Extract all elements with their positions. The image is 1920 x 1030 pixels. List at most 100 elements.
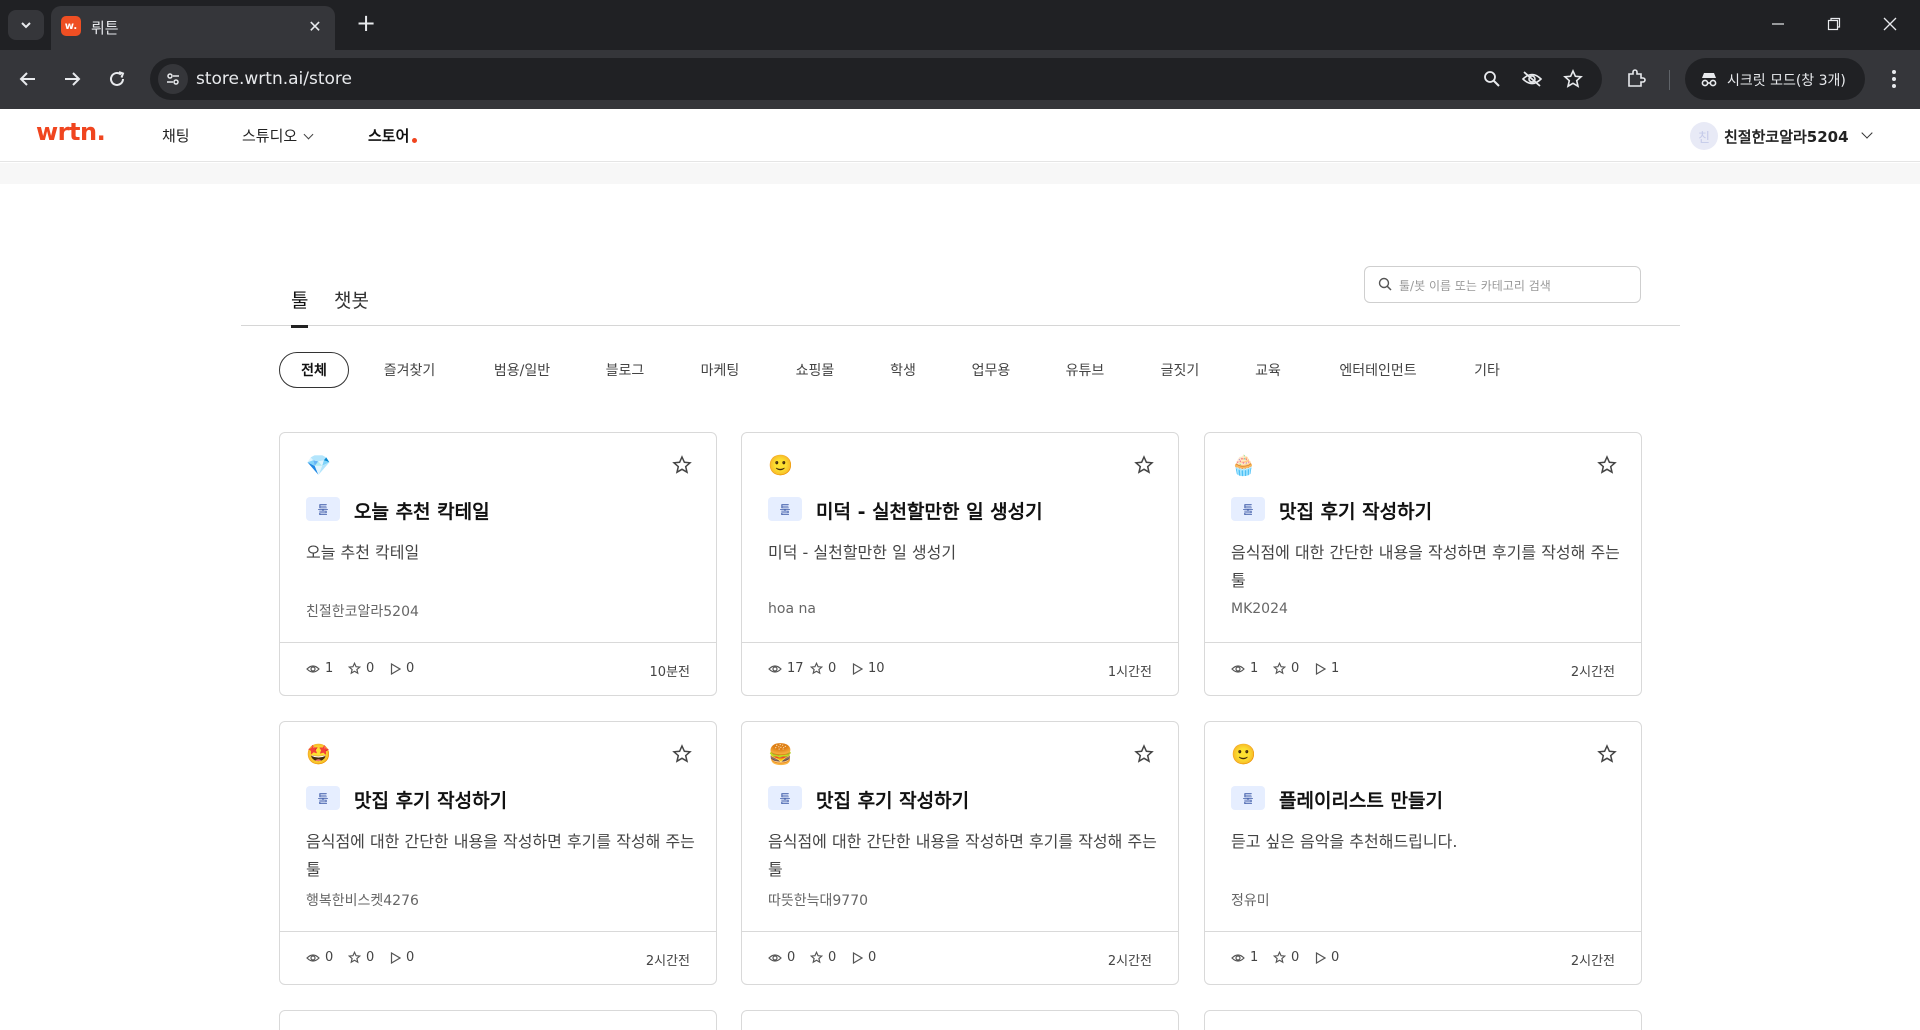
stars-stat: 0 (1273, 950, 1299, 965)
zoom-button[interactable] (1480, 67, 1504, 91)
tool-card[interactable]: 🙂 툴 플레이리스트 만들기 듣고 싶은 음악을 추천해드립니다. 정유미 1 … (1204, 721, 1642, 985)
tracking-protection-button[interactable] (1520, 67, 1544, 91)
tool-emoji-icon: 🙂 (1231, 742, 1256, 766)
tool-emoji-icon: 🙂 (768, 453, 793, 477)
category-chip[interactable]: 쇼핑몰 (785, 352, 845, 388)
browser-tabbar: w. 뤼튼 ✕ + (0, 0, 1920, 50)
favorite-star-icon[interactable] (1597, 455, 1617, 475)
views-count: 1 (325, 661, 334, 676)
tool-card[interactable] (741, 1010, 1179, 1030)
tool-card[interactable] (279, 1010, 717, 1030)
runs-count: 0 (406, 661, 415, 676)
category-chip[interactable]: 블로그 (595, 352, 655, 388)
nav-studio[interactable]: 스튜디오 (242, 125, 314, 146)
user-menu[interactable]: 친 친절한코알라5204 (1690, 121, 1873, 151)
wrtn-logo[interactable]: wrtn. (36, 118, 106, 146)
tab-tools[interactable]: 툴 (291, 286, 309, 328)
address-bar[interactable]: store.wrtn.ai/store (150, 58, 1602, 100)
tool-card[interactable]: 🙂 툴 미덕 - 실천할만한 일 생성기 미덕 - 실천할만한 일 생성기 ho… (741, 432, 1179, 696)
tool-card[interactable] (1204, 1010, 1642, 1030)
favorite-star-icon[interactable] (1134, 744, 1154, 764)
card-timestamp: 2시간전 (1570, 954, 1615, 969)
tool-emoji-icon: 🍔 (768, 742, 793, 766)
tool-card[interactable]: 🧁 툴 맛집 후기 작성하기 음식점에 대한 간단한 내용을 작성하면 후기를 … (1204, 432, 1642, 696)
back-button[interactable] (13, 64, 43, 94)
close-window-button[interactable] (1870, 8, 1910, 40)
category-chip[interactable]: 학생 (878, 352, 928, 388)
bookmark-button[interactable] (1561, 67, 1585, 91)
category-chip[interactable]: 엔터테인먼트 (1328, 352, 1428, 388)
category-chip[interactable]: 전체 (279, 352, 349, 388)
runs-stat: 0 (1315, 950, 1339, 965)
card-title: 플레이리스트 만들기 (1279, 790, 1443, 812)
runs-count: 0 (406, 950, 415, 965)
stars-count: 0 (828, 661, 837, 676)
avatar: 친 (1690, 122, 1718, 150)
tab-search-button[interactable] (8, 10, 44, 40)
eye-icon (768, 664, 782, 673)
minimize-button[interactable] (1758, 8, 1798, 40)
card-timestamp: 10분전 (649, 665, 690, 680)
extensions-button[interactable] (1622, 65, 1650, 93)
card-description: 듣고 싶은 음악을 추천해드립니다. (1231, 832, 1458, 851)
search-input[interactable]: 툴/봇 이름 또는 카테고리 검색 (1364, 266, 1641, 303)
nav-chat[interactable]: 채팅 (162, 125, 190, 146)
category-chip[interactable]: 범용/일반 (482, 352, 562, 388)
card-description: 음식점에 대한 간단한 내용을 작성하면 후기를 작성해 주는 툴 (306, 832, 695, 879)
views-stat: 0 (768, 950, 795, 965)
favorite-star-icon[interactable] (672, 744, 692, 764)
nav-active-dot (412, 138, 417, 143)
favorite-star-icon[interactable] (672, 455, 692, 475)
nav-store[interactable]: 스토어 (368, 125, 409, 146)
category-chip[interactable]: 유튜브 (1055, 352, 1115, 388)
new-tab-button[interactable]: + (352, 10, 380, 38)
close-icon[interactable]: ✕ (305, 16, 325, 36)
favorite-star-icon[interactable] (1134, 455, 1154, 475)
card-footer: 17 0 10 1시간전 (742, 642, 1178, 696)
wrtn-favicon-icon: w. (61, 16, 81, 36)
star-icon (348, 951, 361, 964)
site-info-button[interactable] (158, 64, 188, 94)
card-footer: 1 0 0 10분전 (280, 642, 716, 696)
tool-card[interactable]: 🍔 툴 맛집 후기 작성하기 음식점에 대한 간단한 내용을 작성하면 후기를 … (741, 721, 1179, 985)
category-chip[interactable]: 즐겨찾기 (372, 352, 447, 388)
card-title: 맛집 후기 작성하기 (816, 790, 970, 812)
incognito-icon (1701, 73, 1717, 87)
close-icon (1883, 17, 1897, 31)
url-text[interactable]: store.wrtn.ai/store (196, 69, 352, 89)
eye-icon (306, 953, 320, 962)
views-count: 17 (787, 661, 804, 676)
favorite-star-icon[interactable] (1597, 744, 1617, 764)
tool-card[interactable]: 💎 툴 오늘 추천 칵테일 오늘 추천 칵테일 친절한코알라5204 1 0 0… (279, 432, 717, 696)
search-placeholder: 툴/봇 이름 또는 카테고리 검색 (1399, 279, 1551, 293)
views-stat: 0 (306, 950, 333, 965)
restore-button[interactable] (1814, 8, 1854, 40)
stars-stat: 0 (810, 661, 836, 676)
tool-card[interactable]: 🤩 툴 맛집 후기 작성하기 음식점에 대한 간단한 내용을 작성하면 후기를 … (279, 721, 717, 985)
category-chip[interactable]: 교육 (1243, 352, 1293, 388)
views-stat: 17 (768, 661, 804, 676)
browser-tab[interactable]: w. 뤼튼 ✕ (51, 6, 335, 50)
tab-chatbots[interactable]: 챗봇 (334, 286, 369, 325)
type-badge: 툴 (768, 786, 802, 810)
play-icon (852, 662, 863, 675)
eye-icon (768, 953, 782, 962)
forward-button[interactable] (57, 64, 87, 94)
incognito-indicator[interactable]: 시크릿 모드(창 3개) (1685, 58, 1865, 100)
reload-button[interactable] (102, 64, 132, 94)
play-icon (390, 662, 401, 675)
card-author: 행복한비스켓4276 (306, 893, 419, 909)
runs-stat: 0 (390, 950, 414, 965)
category-chip[interactable]: 업무용 (961, 352, 1021, 388)
type-badge: 툴 (768, 497, 802, 521)
card-author: MK2024 (1231, 601, 1288, 617)
star-icon (348, 662, 361, 675)
card-footer: 1 0 1 2시간전 (1205, 642, 1641, 696)
category-chip[interactable]: 마케팅 (690, 352, 750, 388)
browser-menu-button[interactable] (1880, 65, 1908, 93)
stars-count: 0 (828, 950, 837, 965)
category-chip[interactable]: 기타 (1462, 352, 1512, 388)
category-chip[interactable]: 글짓기 (1150, 352, 1210, 388)
incognito-label: 시크릿 모드(창 3개) (1727, 73, 1846, 89)
toolbar-divider (1669, 70, 1670, 90)
